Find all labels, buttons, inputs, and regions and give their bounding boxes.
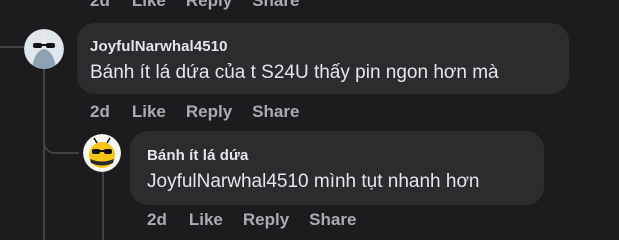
- share-button[interactable]: Share: [252, 0, 299, 11]
- comment-actions: 2d Like Reply Share: [90, 0, 319, 11]
- comment-author[interactable]: JoyfulNarwhal4510: [90, 38, 228, 55]
- avatar[interactable]: [24, 29, 64, 69]
- comment-bubble: [130, 131, 544, 205]
- reply-button[interactable]: Reply: [186, 0, 232, 11]
- like-button[interactable]: Like: [132, 0, 166, 11]
- narwhal-avatar-icon: [24, 29, 64, 69]
- share-button[interactable]: Share: [252, 102, 299, 122]
- comment-actions: 2d Like Reply Share: [147, 210, 376, 230]
- thread-line: [43, 66, 45, 240]
- share-button[interactable]: Share: [309, 210, 356, 230]
- like-button[interactable]: Like: [189, 210, 223, 230]
- timestamp[interactable]: 2d: [90, 102, 110, 122]
- avatar[interactable]: [83, 134, 121, 172]
- thread-connector: [43, 128, 79, 154]
- reply-button[interactable]: Reply: [243, 210, 289, 230]
- reply-button[interactable]: Reply: [186, 102, 232, 122]
- comment-author[interactable]: Bánh ít lá dứa: [147, 147, 248, 164]
- comment-actions: 2d Like Reply Share: [90, 102, 319, 122]
- bee-avatar-icon: [83, 134, 121, 172]
- thread-line: [102, 171, 104, 240]
- timestamp[interactable]: 2d: [90, 0, 110, 11]
- comment-text: JoyfulNarwhal4510 mình tụt nhanh hơn: [147, 171, 480, 192]
- like-button[interactable]: Like: [132, 102, 166, 122]
- timestamp[interactable]: 2d: [147, 210, 167, 230]
- thread-line: [0, 46, 26, 48]
- comment-text: Bánh ít lá dứa của t S24U thấy pin ngon …: [90, 62, 499, 83]
